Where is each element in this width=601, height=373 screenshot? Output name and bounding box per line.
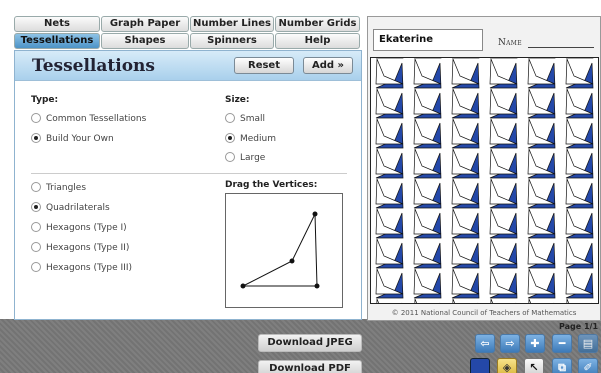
eraser-icon[interactable]: ✐ <box>578 358 598 373</box>
radio-icon[interactable] <box>31 113 41 123</box>
tab-help[interactable]: Help <box>275 33 360 49</box>
size-option-medium[interactable]: Medium <box>225 133 276 144</box>
name-field[interactable]: Ekaterine <box>373 29 483 51</box>
radio-selected-icon[interactable] <box>31 133 41 143</box>
radio-icon[interactable] <box>31 262 41 272</box>
panel-header: Tessellations Reset Add » <box>15 51 361 81</box>
vertex-handle[interactable] <box>314 283 320 289</box>
tool-tabs: Nets Graph Paper Number Lines Number Gri… <box>14 16 360 49</box>
radio-icon[interactable] <box>31 242 41 252</box>
radio-icon[interactable] <box>31 182 41 192</box>
option-label: Medium <box>240 134 276 144</box>
tessellation-pattern <box>337 28 594 329</box>
option-label: Build Your Own <box>46 134 114 144</box>
shape-option-hexagons-2[interactable]: Hexagons (Type II) <box>31 242 129 253</box>
radio-selected-icon[interactable] <box>31 202 41 212</box>
shape-option-hexagons-3[interactable]: Hexagons (Type III) <box>31 262 132 273</box>
type-option-build-your-own[interactable]: Build Your Own <box>31 133 114 144</box>
type-label: Type: <box>31 95 59 105</box>
option-label: Common Tessellations <box>46 114 147 124</box>
panel-title: Tessellations <box>32 56 155 76</box>
option-label: Quadrilaterals <box>46 203 110 213</box>
option-label: Hexagons (Type II) <box>46 243 130 253</box>
name-line <box>528 47 594 48</box>
page-icon[interactable]: ▤ <box>578 334 598 353</box>
copy-icon[interactable]: ⧉ <box>552 358 572 373</box>
vertex-handle[interactable] <box>289 258 295 264</box>
shape-option-triangles[interactable]: Triangles <box>31 182 86 193</box>
tile-light <box>489 298 518 325</box>
size-label: Size: <box>225 95 250 105</box>
shape-option-quadrilaterals[interactable]: Quadrilaterals <box>31 202 110 213</box>
arrow-left-icon[interactable]: ⇦ <box>475 334 495 353</box>
vertex-editor[interactable] <box>225 193 343 308</box>
option-label: Hexagons (Type I) <box>46 223 127 233</box>
worksheet-preview: Ekaterine Name © 2011 National Council o… <box>337 16 601 329</box>
add-button[interactable]: Add » <box>303 57 353 74</box>
quadrilateral-editor[interactable] <box>226 194 342 307</box>
tile-light <box>375 298 404 325</box>
reset-button[interactable]: Reset <box>234 57 294 74</box>
pointer-icon[interactable]: ↖ <box>524 358 544 373</box>
tab-nets[interactable]: Nets <box>14 16 100 32</box>
tab-number-grids[interactable]: Number Grids <box>275 16 360 32</box>
page-indicator: Page 1/1 <box>559 322 599 331</box>
tile-light <box>527 298 556 325</box>
option-label: Large <box>240 153 266 163</box>
size-option-small[interactable]: Small <box>225 113 265 124</box>
tessellation-canvas[interactable] <box>337 28 599 329</box>
option-label: Triangles <box>46 183 87 193</box>
remove-icon[interactable]: ━ <box>552 334 572 353</box>
download-pdf-button[interactable]: Download PDF <box>258 360 362 373</box>
vertex-handle[interactable] <box>240 283 246 289</box>
tab-graph-paper[interactable]: Graph Paper <box>101 16 189 32</box>
radio-icon[interactable] <box>31 222 41 232</box>
arrow-right-icon[interactable]: ⇨ <box>500 334 520 353</box>
tab-spinners[interactable]: Spinners <box>190 33 274 49</box>
radio-icon[interactable] <box>225 113 235 123</box>
tile-light <box>451 298 480 325</box>
color-swatch-icon[interactable] <box>470 358 490 373</box>
download-jpeg-button[interactable]: Download JPEG <box>258 334 362 352</box>
drag-vertices-label: Drag the Vertices: <box>225 180 318 190</box>
radio-selected-icon[interactable] <box>225 133 235 143</box>
paint-bucket-icon[interactable]: ◈ <box>497 358 517 373</box>
option-label: Hexagons (Type III) <box>46 263 132 273</box>
add-icon[interactable]: ✚ <box>525 334 545 353</box>
size-option-large[interactable]: Large <box>225 152 265 163</box>
type-option-common[interactable]: Common Tessellations <box>31 113 146 124</box>
tile-light <box>565 298 594 325</box>
option-label: Small <box>240 114 265 124</box>
tile-light <box>413 298 442 325</box>
radio-icon[interactable] <box>225 152 235 162</box>
tab-shapes[interactable]: Shapes <box>101 33 189 49</box>
tessellations-panel: Tessellations Reset Add » Type: Common T… <box>14 50 362 320</box>
shape-option-hexagons-1[interactable]: Hexagons (Type I) <box>31 222 127 233</box>
copyright-text: © 2011 National Council of Teachers of M… <box>391 309 577 317</box>
name-label: Name <box>498 38 522 48</box>
tab-number-lines[interactable]: Number Lines <box>190 16 274 32</box>
vertex-handle[interactable] <box>312 211 318 217</box>
section-divider <box>31 173 347 174</box>
tab-tessellations[interactable]: Tessellations <box>14 33 100 49</box>
